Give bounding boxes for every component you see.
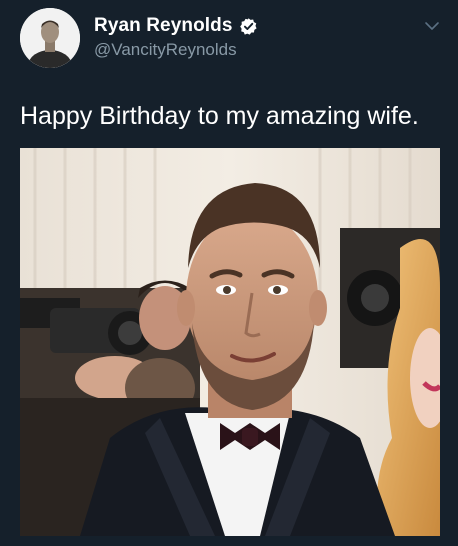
tweet-photo[interactable] xyxy=(20,148,440,536)
avatar-image xyxy=(20,8,80,68)
author-display-name[interactable]: Ryan Reynolds xyxy=(94,15,233,37)
chevron-down-icon[interactable] xyxy=(424,20,440,32)
tweet-card: Ryan Reynolds @VancityReynolds Happy Bir… xyxy=(0,0,458,546)
author-handle[interactable]: @VancityReynolds xyxy=(94,40,237,60)
author-name-row: Ryan Reynolds xyxy=(94,15,258,37)
tweet-text: Happy Birthday to my amazing wife. xyxy=(20,102,419,130)
avatar[interactable] xyxy=(20,8,80,68)
verified-badge-icon xyxy=(239,17,258,36)
photo-image xyxy=(20,148,440,536)
